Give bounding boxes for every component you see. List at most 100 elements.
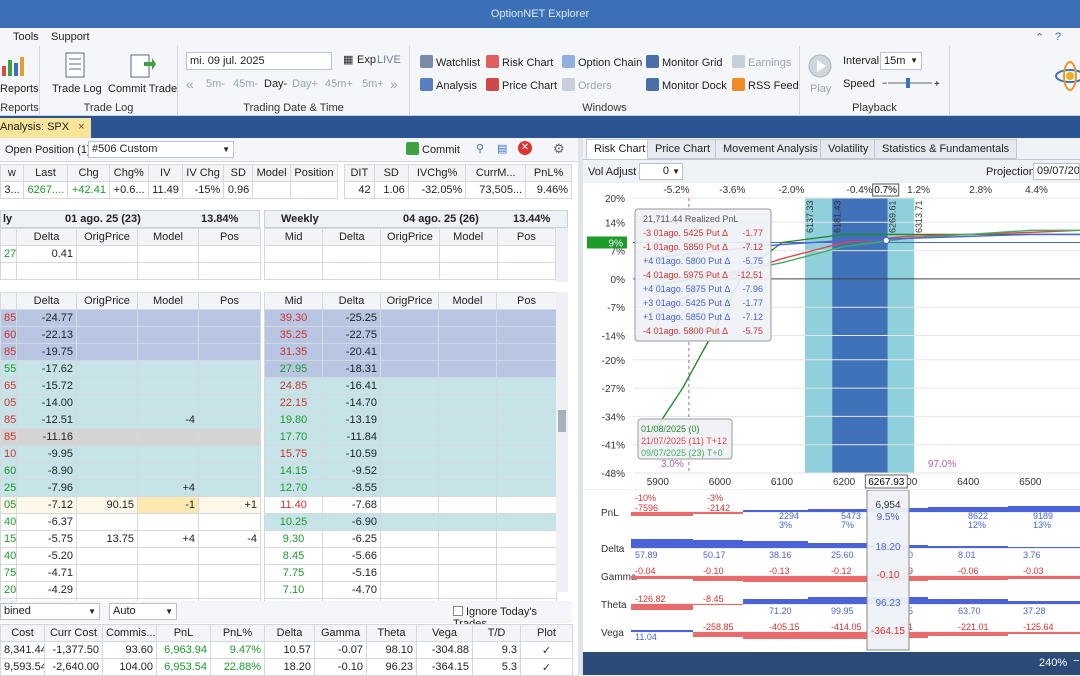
table-row[interactable]: 7.10 -4.70	[264, 581, 557, 599]
table-row[interactable]: 9,593.54 -2,640.00 104.00 6,953.54 22.88% 18.…	[0, 658, 573, 676]
table-row[interactable]: 05 -14.00	[0, 394, 261, 412]
speed-slider[interactable]: − +	[882, 76, 940, 90]
table-row[interactable]: 85 -24.77	[0, 309, 261, 327]
table-cell[interactable]	[198, 479, 261, 497]
table-cell[interactable]	[198, 245, 261, 263]
table-cell[interactable]	[438, 377, 497, 395]
position-select[interactable]: #506 Custom ▼	[88, 141, 234, 158]
table-row[interactable]: 60 -22.13	[0, 326, 261, 344]
monitor-dock-button[interactable]: Monitor Dock	[646, 78, 727, 92]
calendar-icon[interactable]: ▦	[343, 53, 353, 66]
table-row[interactable]: 40 -6.37	[0, 513, 261, 531]
table-cell[interactable]	[438, 326, 497, 344]
table-row[interactable]: 27.95 -18.31	[264, 360, 557, 378]
ribbon-collapse-icon[interactable]: ⌃	[1035, 31, 1044, 44]
grid-icon[interactable]: ▤	[497, 142, 507, 155]
table-row[interactable]: 65 -15.72	[0, 377, 261, 395]
risk-chart[interactable]: 20%14%7%0%-7%-14%-20%-27%-34%-41%-48%590…	[583, 183, 1080, 489]
table-cell[interactable]	[496, 513, 557, 531]
table-cell[interactable]	[137, 513, 199, 531]
table-row[interactable]: 8.45 -5.66	[264, 547, 557, 565]
table-cell[interactable]	[137, 462, 199, 480]
table-cell[interactable]	[137, 394, 199, 412]
table-cell[interactable]: -4	[137, 411, 199, 429]
tab-risk-chart[interactable]: Risk Chart	[586, 139, 654, 159]
table-cell[interactable]	[496, 564, 557, 582]
table-cell[interactable]	[496, 428, 557, 446]
table-cell[interactable]	[438, 496, 497, 514]
reports-button[interactable]: Reports	[0, 83, 39, 95]
table-cell[interactable]	[137, 360, 199, 378]
orders-button[interactable]: Orders	[562, 78, 612, 92]
table-cell[interactable]	[137, 428, 199, 446]
table-cell[interactable]	[496, 547, 557, 565]
option-chain-button[interactable]: Option Chain	[562, 55, 642, 69]
table-row[interactable]: 14.15 -9.52	[264, 462, 557, 480]
tab-analysis-spx[interactable]: Analysis: SPX ×	[0, 118, 91, 138]
plot-checkbox[interactable]: ✓	[520, 658, 573, 676]
table-cell[interactable]	[438, 462, 497, 480]
table-row[interactable]: 10 -9.95	[0, 445, 261, 463]
step-day-back[interactable]: Day-	[264, 78, 287, 90]
table-cell[interactable]	[137, 581, 199, 599]
scrollbar-thumb[interactable]	[558, 410, 566, 432]
step-forward-icon[interactable]: »	[390, 76, 398, 92]
table-cell[interactable]	[496, 496, 557, 514]
table-row[interactable]: 85 -19.75	[0, 343, 261, 361]
table-cell[interactable]	[496, 479, 557, 497]
step-5m-back[interactable]: 5m-	[206, 78, 225, 90]
tab-price-chart[interactable]: Price Chart	[647, 139, 719, 159]
table-cell[interactable]	[496, 462, 557, 480]
table-cell[interactable]	[438, 513, 497, 531]
table-cell[interactable]	[438, 581, 497, 599]
tab-volatility[interactable]: Volatility	[820, 139, 877, 159]
zoom-out-icon[interactable]: −	[1073, 655, 1079, 667]
table-cell[interactable]	[198, 428, 261, 446]
table-row[interactable]: 24.85 -16.41	[264, 377, 557, 395]
table-cell[interactable]	[198, 377, 261, 395]
table-cell[interactable]	[496, 411, 557, 429]
plot-checkbox[interactable]: ✓	[520, 641, 573, 659]
table-cell[interactable]	[496, 581, 557, 599]
table-row[interactable]: 7.75 -5.16	[264, 564, 557, 582]
step-45m-back[interactable]: 45m-	[233, 78, 258, 90]
play-icon[interactable]	[808, 54, 832, 81]
table-cell[interactable]	[198, 513, 261, 531]
table-cell[interactable]	[198, 581, 261, 599]
table-cell[interactable]	[137, 377, 199, 395]
help-icon[interactable]: ?	[1055, 31, 1061, 43]
combine-select[interactable]: bined ▼	[0, 603, 100, 620]
table-row[interactable]: 19.80 -13.19	[264, 411, 557, 429]
date-input[interactable]: mi. 09 jul. 2025	[186, 52, 332, 70]
table-row[interactable]: 15 -5.75 13.75 +4 -4	[0, 530, 261, 548]
gear-icon[interactable]: ⚙	[553, 141, 565, 157]
table-cell[interactable]	[438, 530, 497, 548]
table-cell[interactable]	[496, 445, 557, 463]
table-row[interactable]: 40 -5.20	[0, 547, 261, 565]
table-cell[interactable]	[496, 309, 557, 327]
tab-statistics[interactable]: Statistics & Fundamentals	[874, 139, 1018, 159]
watchlist-button[interactable]: Watchlist	[420, 55, 480, 69]
analysis-button[interactable]: Analysis	[420, 78, 477, 92]
table-cell[interactable]: +1	[198, 496, 261, 514]
reports-icon[interactable]	[0, 52, 26, 78]
projection-date-input[interactable]: 09/07/202	[1033, 163, 1080, 180]
table-cell[interactable]	[137, 326, 199, 344]
table-cell[interactable]	[198, 360, 261, 378]
table-cell[interactable]	[438, 479, 497, 497]
table-cell[interactable]	[438, 445, 497, 463]
step-5m-forward[interactable]: 5m+	[362, 78, 384, 90]
table-cell[interactable]	[198, 445, 261, 463]
menu-support[interactable]: Support	[51, 31, 90, 43]
table-cell[interactable]: -4	[198, 530, 261, 548]
table-cell[interactable]	[438, 411, 497, 429]
table-row[interactable]: 20 -4.29	[0, 581, 261, 599]
close-icon[interactable]: ×	[78, 121, 84, 133]
commit-trade-icon[interactable]	[130, 52, 156, 81]
table-row[interactable]: 12.70 -8.55	[264, 479, 557, 497]
auto-select[interactable]: Auto ▼	[109, 603, 177, 620]
table-row[interactable]: 22.15 -14.70	[264, 394, 557, 412]
step-back-icon[interactable]: «	[186, 76, 194, 92]
table-cell[interactable]	[137, 343, 199, 361]
table-row[interactable]: 35.25 -22.75	[264, 326, 557, 344]
